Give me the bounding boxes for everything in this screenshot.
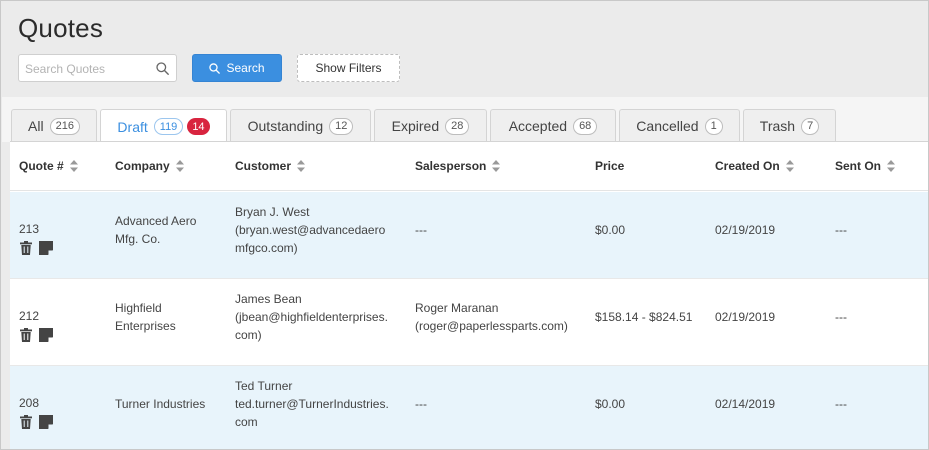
company-cell: Turner Industries [115, 397, 206, 411]
show-filters-button[interactable]: Show Filters [297, 54, 400, 82]
trash-icon[interactable] [19, 415, 33, 429]
tab-label: All [28, 118, 44, 134]
new-count-badge: 14 [187, 118, 210, 135]
company-cell: Highfield Enterprises [115, 301, 176, 333]
tab-label: Expired [391, 118, 440, 134]
status-tabs: All 216 Draft 119 14 Outstanding 12 Expi… [2, 97, 928, 143]
tab-cancelled[interactable]: Cancelled 1 [619, 109, 740, 142]
search-box[interactable] [18, 54, 177, 82]
col-customer[interactable]: Customer [235, 159, 306, 173]
tab-label: Accepted [508, 118, 568, 134]
col-created-on[interactable]: Created On [715, 159, 794, 173]
sort-icon [297, 160, 306, 172]
table-header: Quote # Company Customer Salesperson Pri… [10, 142, 928, 191]
col-salesperson[interactable]: Salesperson [415, 159, 501, 173]
created-on-cell: 02/14/2019 [715, 397, 776, 411]
column-label: Quote # [19, 159, 64, 173]
price-cell: $0.00 [595, 397, 626, 411]
tab-count: 28 [445, 117, 470, 135]
tab-count: 68 [573, 117, 598, 135]
column-label: Created On [715, 159, 780, 173]
price-cell: $158.14 - $824.51 [595, 310, 693, 324]
trash-icon[interactable] [19, 241, 33, 255]
sort-icon [887, 160, 896, 172]
show-filters-label: Show Filters [315, 61, 382, 75]
table-row[interactable]: 208 Turner Industries Ted Turner ted.tur… [10, 366, 928, 449]
sort-icon [785, 160, 794, 172]
tab-label: Outstanding [247, 118, 324, 134]
column-label: Salesperson [415, 159, 487, 173]
sort-icon [69, 160, 78, 172]
column-label: Sent On [835, 159, 882, 173]
tab-count: 119 [153, 118, 184, 135]
note-icon[interactable] [39, 415, 53, 429]
tab-draft[interactable]: Draft 119 14 [100, 109, 227, 143]
salesperson-cell: --- [415, 223, 427, 237]
company-cell: Advanced Aero Mfg. Co. [115, 214, 197, 246]
tab-count: 7 [801, 117, 820, 135]
sent-on-cell: --- [835, 223, 847, 237]
tab-label: Cancelled [636, 118, 699, 134]
trash-icon[interactable] [19, 328, 33, 342]
tab-outstanding[interactable]: Outstanding 12 [230, 109, 371, 142]
column-label: Price [595, 159, 625, 173]
note-icon[interactable] [39, 328, 53, 342]
price-cell: $0.00 [595, 223, 626, 237]
sort-icon [492, 160, 501, 172]
note-icon[interactable] [39, 241, 53, 255]
search-button[interactable]: Search [192, 54, 282, 82]
customer-cell: Ted Turner ted.turner@TurnerIndustries. … [235, 379, 389, 429]
tab-label: Draft [117, 118, 148, 135]
col-price: Price [595, 159, 624, 173]
tab-trash[interactable]: Trash 7 [743, 109, 836, 142]
column-label: Company [115, 159, 170, 173]
tab-accepted[interactable]: Accepted 68 [490, 109, 616, 142]
created-on-cell: 02/19/2019 [715, 223, 776, 237]
quote-number[interactable]: 213 [19, 222, 39, 236]
tab-label: Trash [759, 118, 796, 134]
sent-on-cell: --- [835, 397, 847, 411]
tab-count: 12 [329, 117, 354, 135]
tab-expired[interactable]: Expired 28 [374, 109, 487, 142]
salesperson-cell: --- [415, 397, 427, 411]
col-sent-on[interactable]: Sent On [835, 159, 896, 173]
row-actions [19, 328, 53, 342]
quotes-page: Quotes Search Show Filters All 216 Draft… [0, 0, 929, 450]
sent-on-cell: --- [835, 310, 847, 324]
search-button-label: Search [226, 61, 265, 75]
sort-icon [175, 160, 184, 172]
tab-count: 216 [49, 117, 80, 135]
quote-number[interactable]: 212 [19, 309, 39, 323]
col-company[interactable]: Company [115, 159, 184, 173]
customer-cell: James Bean (jbean@highfieldenterprises. … [235, 292, 388, 342]
table-row[interactable]: 212 Highfield Enterprises James Bean (jb… [10, 279, 928, 366]
tab-count: 1 [704, 117, 723, 135]
column-label: Customer [235, 159, 292, 173]
search-icon[interactable] [156, 62, 169, 75]
created-on-cell: 02/19/2019 [715, 310, 776, 324]
search-input[interactable] [25, 59, 155, 79]
row-actions [19, 415, 53, 429]
page-title: Quotes [18, 13, 104, 43]
row-actions [19, 241, 53, 255]
quote-number[interactable]: 208 [19, 396, 39, 410]
col-quote-number[interactable]: Quote # [19, 159, 78, 173]
table-row[interactable]: 213 Advanced Aero Mfg. Co. Bryan J. West… [10, 192, 928, 279]
salesperson-cell: Roger Maranan (roger@paperlessparts.com) [415, 301, 568, 333]
search-icon [209, 62, 221, 74]
customer-cell: Bryan J. West (bryan.west@advancedaero m… [235, 205, 386, 255]
tab-all[interactable]: All 216 [11, 109, 97, 142]
quotes-table: Quote # Company Customer Salesperson Pri… [10, 141, 928, 449]
